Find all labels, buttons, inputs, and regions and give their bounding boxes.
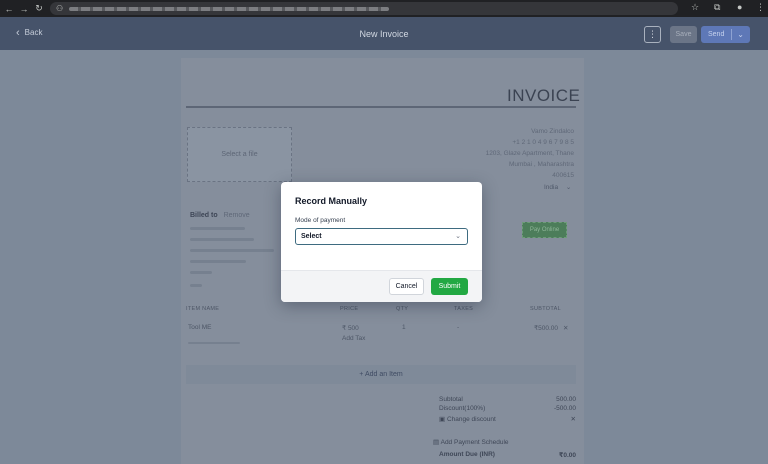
back-arrow-icon[interactable]: ←: [3, 4, 15, 14]
save-button[interactable]: Save: [670, 26, 697, 43]
site-info-icon[interactable]: ⚇: [56, 4, 63, 13]
extensions-icon[interactable]: ⧉: [714, 2, 720, 13]
heading-divider: [186, 106, 576, 108]
blurred-url: [69, 6, 390, 11]
pay-online-button[interactable]: Pay Online: [522, 222, 567, 238]
logo-upload[interactable]: Select a file: [187, 127, 292, 182]
blurred-client-line: [190, 249, 274, 252]
close-icon[interactable]: ✕: [571, 415, 576, 423]
menu-dots-icon[interactable]: ⋮: [756, 2, 765, 13]
dialog-title: Record Manually: [295, 196, 368, 206]
item-subtotal: ₹500.00: [534, 325, 559, 332]
blurred-client-line: [190, 271, 212, 274]
payment-mode-label: Mode of payment: [295, 217, 346, 224]
blurred-client-line: [190, 260, 246, 263]
item-price[interactable]: ₹ 500: [342, 324, 359, 332]
add-tax-link[interactable]: Add Tax: [342, 335, 365, 342]
country-select[interactable]: India ⌄: [544, 183, 571, 191]
company-phone: +1 2 1 0 4 9 6 7 9 8 5: [512, 139, 574, 146]
col-taxes: TAXES: [454, 306, 474, 312]
company-address: 1203, Glaze Apartment, Thane: [485, 150, 574, 157]
submit-button[interactable]: Submit: [431, 278, 468, 295]
payment-mode-value: Select: [301, 233, 322, 240]
logo-placeholder: Select a file: [221, 151, 258, 158]
app-header: ‹ Back New Invoice ⋮ Save Send ⌄: [0, 17, 768, 50]
col-item-name: ITEM NAME: [186, 306, 220, 312]
remove-client-link[interactable]: Remove: [224, 212, 250, 219]
item-qty[interactable]: 1: [402, 324, 406, 331]
discount-row: Discount(100%) -500.00: [439, 405, 576, 412]
blurred-client-line: [190, 238, 254, 241]
company-city: Mumbai , Maharashtra: [508, 161, 574, 168]
record-manually-dialog: Record Manually Mode of payment Select ⌄…: [281, 182, 482, 302]
send-button[interactable]: Send ⌄: [701, 26, 750, 43]
blurred-client-line: [190, 227, 245, 230]
address-bar[interactable]: ⚇: [50, 2, 678, 15]
amount-due-value: ₹0.00: [558, 452, 576, 459]
star-icon[interactable]: ☆: [691, 2, 699, 13]
subtotal-value: 500.00: [556, 396, 576, 403]
item-taxes: -: [457, 324, 460, 331]
subtotal-row: Subtotal 500.00: [439, 396, 576, 403]
send-divider: [731, 29, 732, 40]
col-qty: QTY: [396, 306, 409, 312]
country-value: India: [544, 184, 559, 191]
item-name[interactable]: Tool ME: [188, 324, 211, 331]
forward-arrow-icon[interactable]: →: [18, 4, 30, 14]
change-discount-row: ▣ Change discount ✕: [439, 415, 576, 423]
chevron-down-icon: ⌄: [455, 233, 461, 240]
payment-schedule-row[interactable]: ▤ Add Payment Schedule: [433, 438, 570, 446]
discount-label: Discount(100%): [439, 405, 486, 412]
billed-to-label: Billed to: [190, 212, 218, 219]
cancel-button[interactable]: Cancel: [389, 278, 424, 295]
more-options-button[interactable]: ⋮: [644, 26, 661, 43]
reload-icon[interactable]: ↻: [33, 3, 45, 14]
table-row: Tool ME ₹ 500 Add Tax 1 - ₹500.00 ✕: [186, 324, 576, 354]
company-name: Vamo Zindalco: [531, 128, 574, 135]
send-label: Send: [708, 31, 725, 38]
items-table-header: ITEM NAME PRICE QTY TAXES SUBTOTAL: [186, 306, 576, 320]
col-subtotal: SUBTOTAL: [530, 306, 561, 312]
discount-value: -500.00: [553, 405, 576, 412]
profile-icon[interactable]: ●: [737, 2, 742, 12]
blurred-client-line: [190, 284, 202, 287]
blurred-description: [188, 342, 240, 344]
calendar-icon: ▤: [433, 439, 440, 446]
payment-schedule-link[interactable]: Add Payment Schedule: [441, 439, 509, 446]
add-item-button[interactable]: + Add an Item: [186, 365, 576, 384]
amount-due-row: Amount Due (INR) ₹0.00: [439, 451, 576, 459]
dialog-footer: Cancel Submit: [281, 270, 482, 302]
amount-due-label: Amount Due (INR): [439, 451, 495, 458]
subtotal-label: Subtotal: [439, 396, 463, 403]
chevron-down-icon[interactable]: ⌄: [737, 26, 744, 43]
chevron-down-icon: ⌄: [565, 184, 572, 191]
payment-mode-select[interactable]: Select ⌄: [295, 228, 468, 245]
invoice-heading: INVOICE: [507, 86, 581, 105]
edit-icon: ▣: [439, 416, 446, 423]
col-price: PRICE: [340, 306, 359, 312]
close-icon[interactable]: ✕: [563, 324, 568, 332]
change-discount-link[interactable]: Change discount: [447, 416, 496, 423]
browser-toolbar: ← → ↻ ⚇ ☆ ⧉ ● ⋮: [0, 0, 768, 17]
billed-to: Billed to Remove: [190, 212, 250, 219]
company-postal: 400615: [552, 172, 574, 179]
